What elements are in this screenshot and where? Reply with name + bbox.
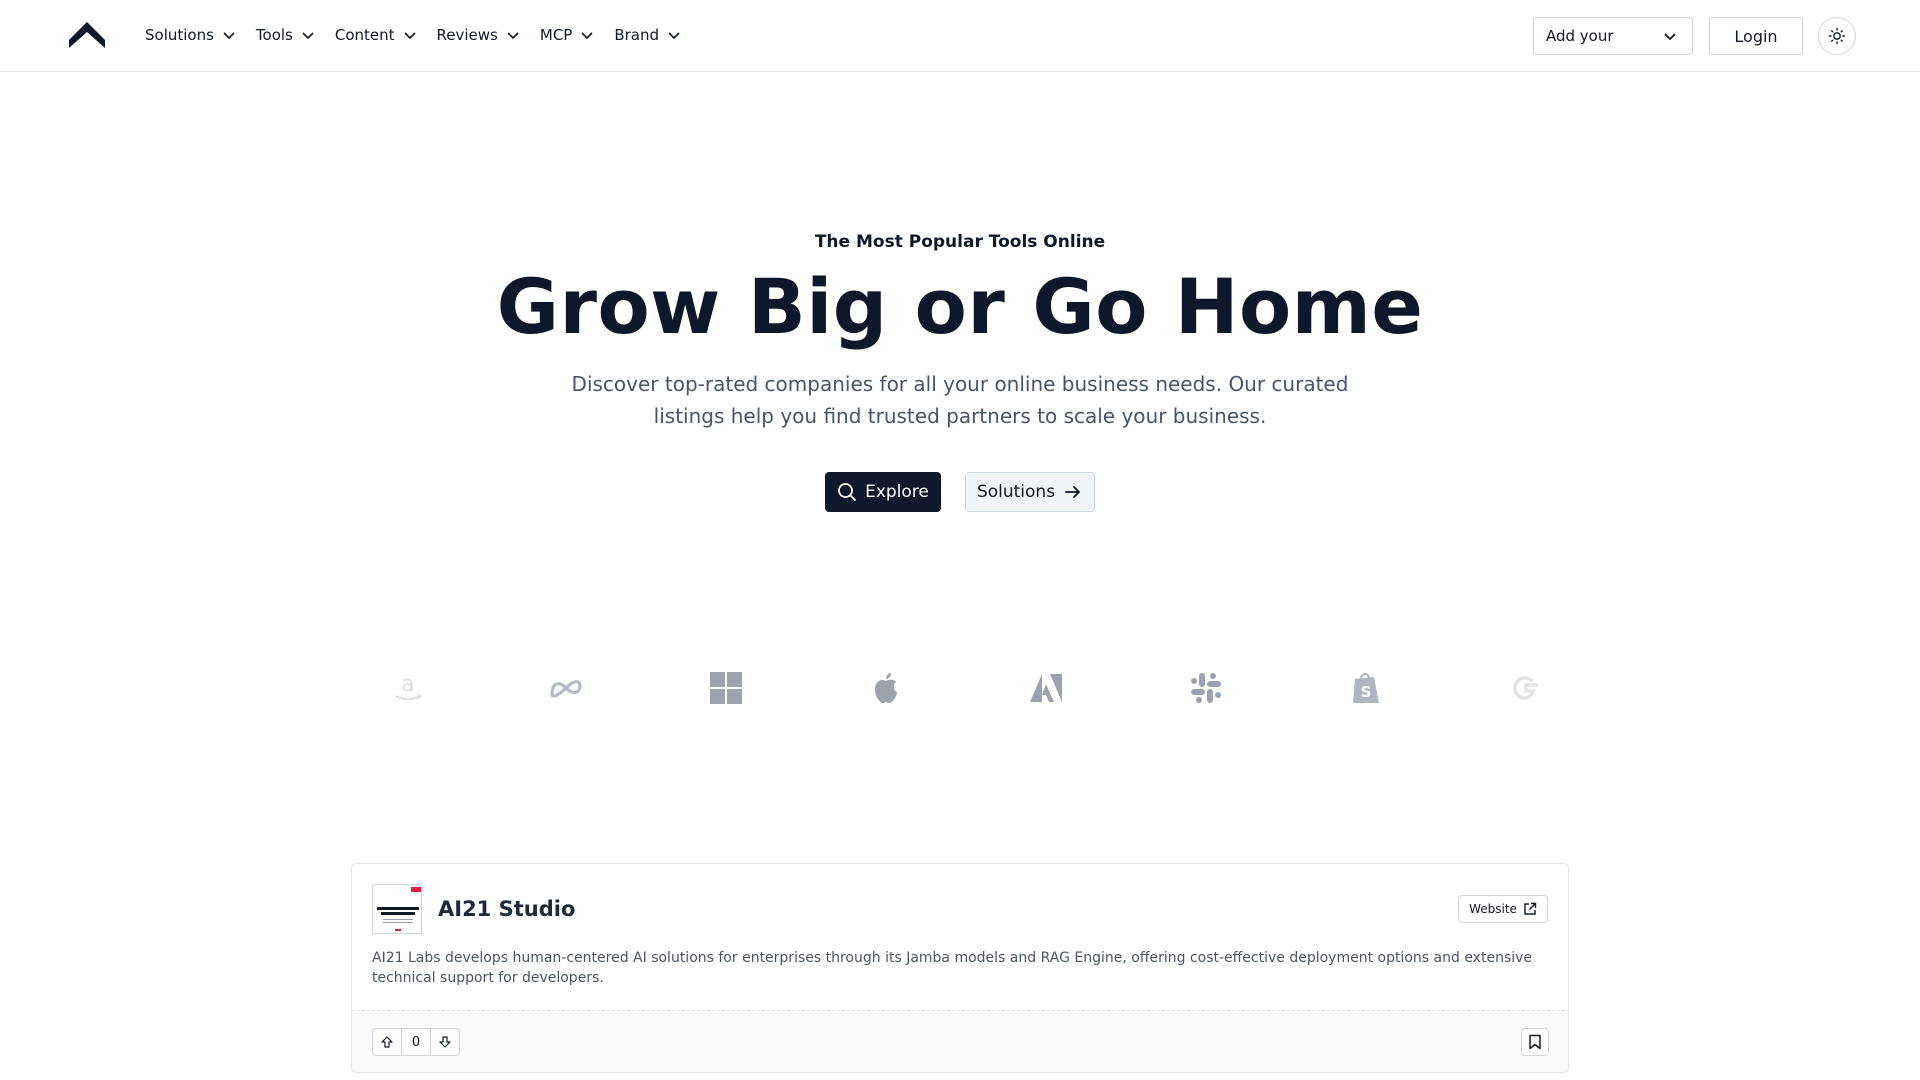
nav-label: Reviews [436, 26, 498, 44]
chevron-down-icon [668, 32, 680, 40]
website-label: Website [1469, 902, 1517, 916]
shopify-logo-icon: S [1346, 668, 1386, 708]
listing-title[interactable]: AI21 Studio [438, 897, 575, 921]
listing-card[interactable]: AI21 Studio Website AI21 Labs develops h… [351, 863, 1569, 1073]
explore-label: Explore [865, 482, 929, 502]
bookmark-button[interactable] [1521, 1028, 1549, 1056]
listing-description: AI21 Labs develops human-centered AI sol… [372, 950, 1533, 986]
sun-icon [1828, 27, 1846, 45]
nav-mcp[interactable]: MCP [540, 26, 594, 44]
slack-logo-icon [1186, 668, 1226, 708]
vote-count: 0 [401, 1029, 431, 1055]
nav-label: Tools [255, 26, 293, 44]
listing-footer: 0 [352, 1010, 1568, 1072]
login-label: Login [1734, 26, 1778, 46]
chevron-down-icon [1664, 33, 1676, 41]
nav-tools[interactable]: Tools [256, 26, 315, 44]
add-select-value: Add your [1546, 27, 1614, 45]
hero-title: Grow Big or Go Home [496, 262, 1424, 351]
site-header: Solutions Tools Content Reviews MCP Bran… [0, 0, 1920, 72]
brand-logo-icon[interactable] [68, 20, 106, 50]
listing-thumbnail[interactable] [372, 884, 422, 934]
nav-content[interactable]: Content [335, 26, 417, 44]
chevron-down-icon [302, 32, 314, 40]
arrow-up-icon [381, 1036, 393, 1048]
nav-label: Solutions [145, 26, 214, 44]
nav-solutions[interactable]: Solutions [145, 26, 236, 44]
solutions-label: Solutions [976, 482, 1056, 502]
search-icon [838, 483, 856, 501]
external-link-icon [1524, 902, 1537, 915]
listing-thumbnail-image [373, 885, 421, 933]
chevron-down-icon [581, 32, 593, 40]
meta-logo-icon [546, 668, 586, 708]
amazon-logo-icon: a [388, 668, 428, 708]
theme-toggle-button[interactable] [1818, 17, 1856, 55]
solutions-button[interactable]: Solutions [965, 472, 1095, 512]
svg-text:a: a [401, 672, 414, 697]
apple-logo-icon [866, 668, 906, 708]
google-logo-icon [1506, 668, 1546, 708]
hero-eyebrow: The Most Popular Tools Online [814, 232, 1106, 252]
downvote-button[interactable] [431, 1029, 459, 1055]
nav-reviews[interactable]: Reviews [437, 26, 520, 44]
login-button[interactable]: Login [1709, 17, 1803, 55]
nav-brand[interactable]: Brand [614, 26, 681, 44]
arrow-down-icon [439, 1036, 451, 1048]
brand-logo-strip: a S [0, 668, 1920, 708]
explore-button[interactable]: Explore [825, 472, 941, 512]
main-nav: Solutions Tools Content Reviews MCP Bran… [145, 0, 701, 70]
hero-subtitle: Discover top-rated companies for all you… [571, 372, 1349, 428]
chevron-down-icon [507, 32, 519, 40]
nav-label: Content [334, 26, 395, 44]
add-your-select[interactable]: Add your [1533, 17, 1693, 55]
bookmark-icon [1529, 1034, 1541, 1050]
adobe-logo-icon [1026, 668, 1066, 708]
website-button[interactable]: Website [1458, 895, 1548, 923]
chevron-down-icon [223, 32, 235, 40]
nav-label: MCP [539, 26, 573, 44]
upvote-button[interactable] [373, 1029, 401, 1055]
chevron-down-icon [403, 32, 416, 40]
windows-logo-icon [706, 668, 746, 708]
nav-label: Brand [614, 26, 660, 44]
svg-text:S: S [1361, 683, 1372, 701]
arrow-right-icon [1065, 486, 1080, 498]
vote-control: 0 [372, 1028, 460, 1056]
